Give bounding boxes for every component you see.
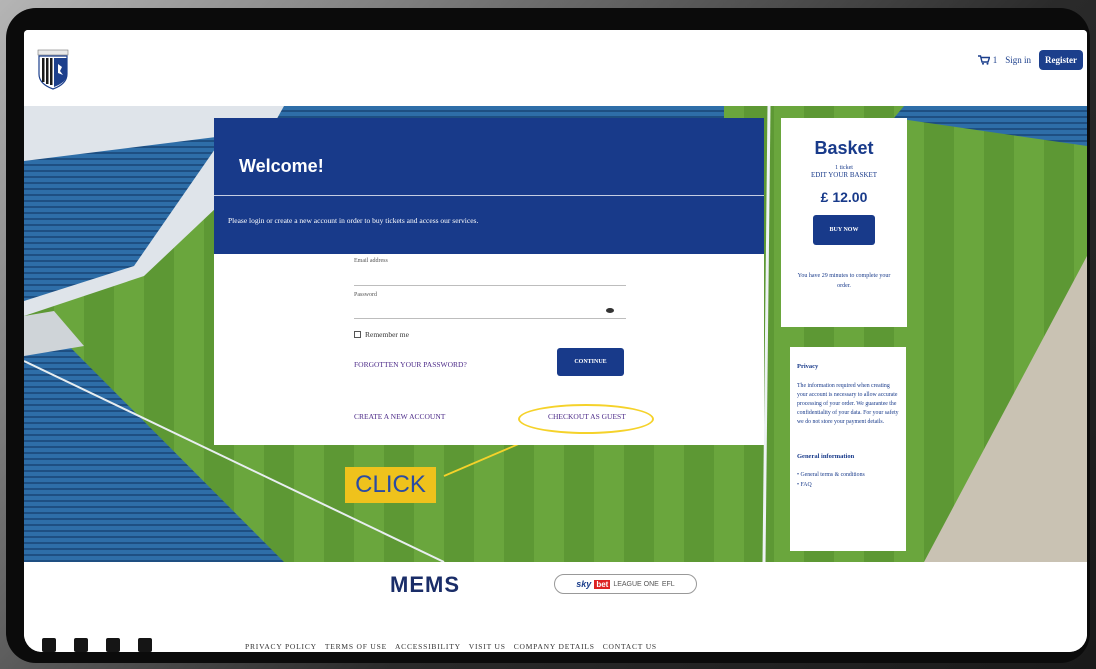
create-account-link[interactable]: CREATE A NEW ACCOUNT xyxy=(354,412,445,421)
facebook-icon[interactable] xyxy=(74,638,88,652)
browser-screen: 1 Sign in Register Welcome! Please login… xyxy=(24,30,1087,652)
basket-title: Basket xyxy=(814,138,874,158)
forgot-password-link[interactable]: FORGOTTEN YOUR PASSWORD? xyxy=(354,360,467,369)
email-label: Email address xyxy=(354,258,388,264)
sign-in-link[interactable]: Sign in xyxy=(1005,55,1031,65)
basket-timer-text: You have 29 minutes to complete your ord… xyxy=(797,273,891,289)
faq-link[interactable]: FAQ xyxy=(797,480,899,490)
site-footer: MEMS sky bet LEAGUE ONE EFL PRIVACY POLI… xyxy=(24,562,1087,652)
remember-label: Remember me xyxy=(365,330,409,339)
efl-text: EFL xyxy=(661,580,675,588)
club-crest-logo[interactable] xyxy=(36,48,70,90)
contact-us-link[interactable]: CONTACT US xyxy=(603,642,657,651)
welcome-subtitle: Please login or create a new account in … xyxy=(228,216,479,225)
privacy-text: The information required when creating y… xyxy=(797,383,899,425)
edit-basket-link[interactable]: EDIT YOUR BASKET xyxy=(781,171,907,179)
accessibility-link[interactable]: ACCESSIBILITY xyxy=(395,642,461,651)
privacy-title: Privacy xyxy=(797,363,819,370)
mems-logo-text: MEMS xyxy=(390,572,460,597)
cart-icon xyxy=(977,55,990,65)
social-links xyxy=(42,638,152,652)
guest-highlight-ellipse xyxy=(518,404,654,434)
terms-of-use-link[interactable]: TERMS OF USE xyxy=(325,642,387,651)
youtube-icon[interactable] xyxy=(106,638,120,652)
show-password-eye-icon[interactable] xyxy=(606,308,614,313)
mems-sponsor-logo[interactable]: MEMS xyxy=(376,572,474,600)
login-panel: Welcome! Please login or create a new ac… xyxy=(214,118,764,445)
terms-conditions-link[interactable]: General terms & conditions xyxy=(797,470,899,480)
cart-count: 1 xyxy=(992,55,998,65)
bet-wordmark: bet xyxy=(594,579,611,589)
password-label: Password xyxy=(354,292,378,298)
buy-now-button[interactable]: BUY NOW xyxy=(813,215,875,245)
instagram-icon[interactable] xyxy=(138,638,152,652)
league-one-logo[interactable]: sky bet LEAGUE ONE EFL xyxy=(554,574,697,594)
welcome-title: Welcome! xyxy=(239,156,324,176)
company-details-link[interactable]: COMPANY DETAILS xyxy=(514,642,595,651)
general-info-list: General terms & conditions FAQ xyxy=(797,470,899,490)
register-button[interactable]: Register xyxy=(1039,50,1083,70)
basket-cart[interactable]: 1 xyxy=(977,55,998,65)
login-panel-header: Welcome! Please login or create a new ac… xyxy=(214,118,764,254)
password-field[interactable] xyxy=(354,318,626,319)
basket-panel: Basket 1 ticket EDIT YOUR BASKET £ 12.00… xyxy=(781,118,907,327)
privacy-panel: Privacy The information required when cr… xyxy=(790,347,906,551)
header-divider xyxy=(214,195,764,196)
continue-button[interactable]: CONTINUE xyxy=(557,348,624,376)
basket-total-price: £ 12.00 xyxy=(820,189,868,205)
general-info-title: General information xyxy=(797,453,855,460)
site-header: 1 Sign in Register xyxy=(24,30,1087,106)
remember-me[interactable]: Remember me xyxy=(354,330,409,339)
remember-checkbox[interactable] xyxy=(354,331,361,338)
league-one-text: LEAGUE ONE xyxy=(613,580,659,588)
click-annotation-label: CLICK xyxy=(345,467,436,503)
footer-links: PRIVACY POLICY TERMS OF USE ACCESSIBILIT… xyxy=(245,642,657,651)
sky-wordmark: sky xyxy=(576,579,592,589)
email-field[interactable] xyxy=(354,285,626,286)
visit-us-link[interactable]: VISIT US xyxy=(469,642,506,651)
twitter-icon[interactable] xyxy=(42,638,56,652)
privacy-policy-link[interactable]: PRIVACY POLICY xyxy=(245,642,317,651)
